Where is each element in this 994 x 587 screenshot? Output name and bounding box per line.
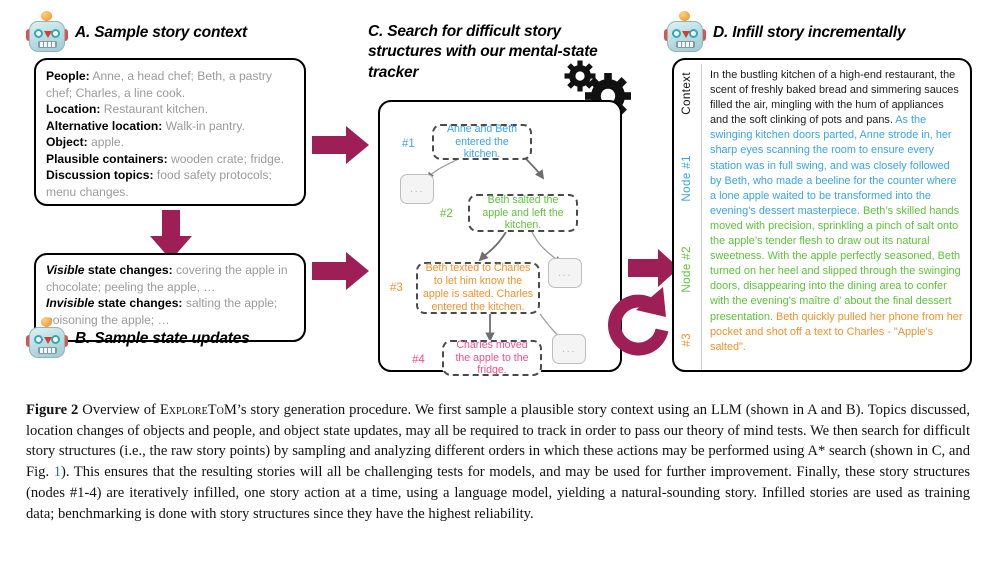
margin-label-node-1: Node #1 — [680, 155, 693, 202]
robot-icon — [664, 11, 706, 54]
row-object: Object: apple. — [46, 135, 124, 150]
figure-1-link[interactable]: 1 — [54, 464, 61, 480]
margin-label-node-2: Node #2 — [680, 246, 693, 293]
panel-a-content: People: Anne, a head chef; Beth, a pastr… — [46, 68, 294, 201]
story-node-2[interactable]: Beth salted the apple and left the kitch… — [468, 194, 578, 232]
placeholder-label: ... — [410, 183, 424, 195]
caption-part-3: ). This ensures that the resulting stori… — [26, 464, 971, 522]
row-people: People: Anne, a head chef; Beth, a pastr… — [46, 69, 272, 100]
margin-label-context: Context — [680, 72, 693, 115]
story-segment-node-1: As the swinging kitchen doors parted, An… — [710, 114, 957, 217]
infilled-story-text: In the bustling kitchen of a high-end re… — [710, 68, 964, 355]
robot-icon — [26, 317, 68, 360]
figure-label: Figure 2 — [26, 402, 79, 418]
node-label-4: #4 — [412, 354, 425, 366]
story-segment-node-2: Beth’s skilled hands moved with precisio… — [710, 204, 961, 323]
loop-arrow-icon — [608, 287, 669, 356]
panel-b-header: B. Sample state updates — [26, 317, 250, 360]
panel-d-title: D. Infill story incrementally — [713, 23, 906, 41]
robot-icon — [26, 11, 68, 54]
node-label-2: #2 — [440, 208, 453, 220]
panel-a-title: A. Sample story context — [75, 23, 247, 41]
row-topics: Discussion topics: food safety protocols… — [46, 168, 272, 199]
figure-caption: Figure 2 Overview of ExploreToM’s story … — [26, 400, 970, 524]
row-alt-location: Alternative location: Walk-in pantry. — [46, 118, 245, 133]
margin-label-node-3: #3 — [680, 333, 693, 347]
row-visible: Visible state changes: covering the appl… — [46, 263, 288, 294]
row-containers: Plausible containers: wooden crate; frid… — [46, 151, 284, 166]
arrow-right-a-to-c — [312, 126, 369, 164]
story-node-3-text: Beth texted to Charles to let him know t… — [422, 262, 534, 313]
panel-d-card: Context Node #1 Node #2 #3 In the bustli… — [672, 58, 972, 372]
story-node-3[interactable]: Beth texted to Charles to let him know t… — [416, 262, 540, 314]
panel-c-card: #1 Anne and Beth entered the kitchen. ..… — [378, 100, 622, 376]
story-node-4[interactable]: Charles moved the apple to the fridge. — [442, 338, 542, 377]
story-node-2-text: Beth salted the apple and left the kitch… — [482, 193, 564, 232]
story-node-1-text: Anne and Beth entered the kitchen. — [446, 122, 518, 161]
placeholder-node[interactable]: ... — [552, 334, 586, 364]
placeholder-node[interactable]: ... — [548, 258, 582, 288]
row-location: Location: Restaurant kitchen. — [46, 102, 208, 117]
panel-a-header: A. Sample story context — [26, 11, 247, 54]
panel-a-card: People: Anne, a head chef; Beth, a pastr… — [34, 58, 306, 206]
placeholder-label: ... — [562, 343, 576, 355]
story-node-4-text: Charles moved the apple to the fridge. — [455, 338, 529, 377]
margin-divider — [701, 64, 702, 370]
figure-diagram: A. Sample story context People: Anne, a … — [0, 0, 994, 392]
node-label-3: #3 — [390, 282, 403, 294]
caption-part-1: Overview of — [78, 402, 160, 418]
story-node-1[interactable]: Anne and Beth entered the kitchen. — [432, 122, 532, 161]
arrow-right-b-to-c — [312, 252, 369, 290]
node-label-1: #1 — [402, 138, 415, 150]
caption-system-name: ExploreToM — [159, 402, 237, 418]
placeholder-node[interactable]: ... — [400, 174, 434, 204]
placeholder-label: ... — [558, 267, 572, 279]
panel-b-title: B. Sample state updates — [75, 329, 250, 347]
panel-d-header: D. Infill story incrementally — [664, 11, 906, 54]
